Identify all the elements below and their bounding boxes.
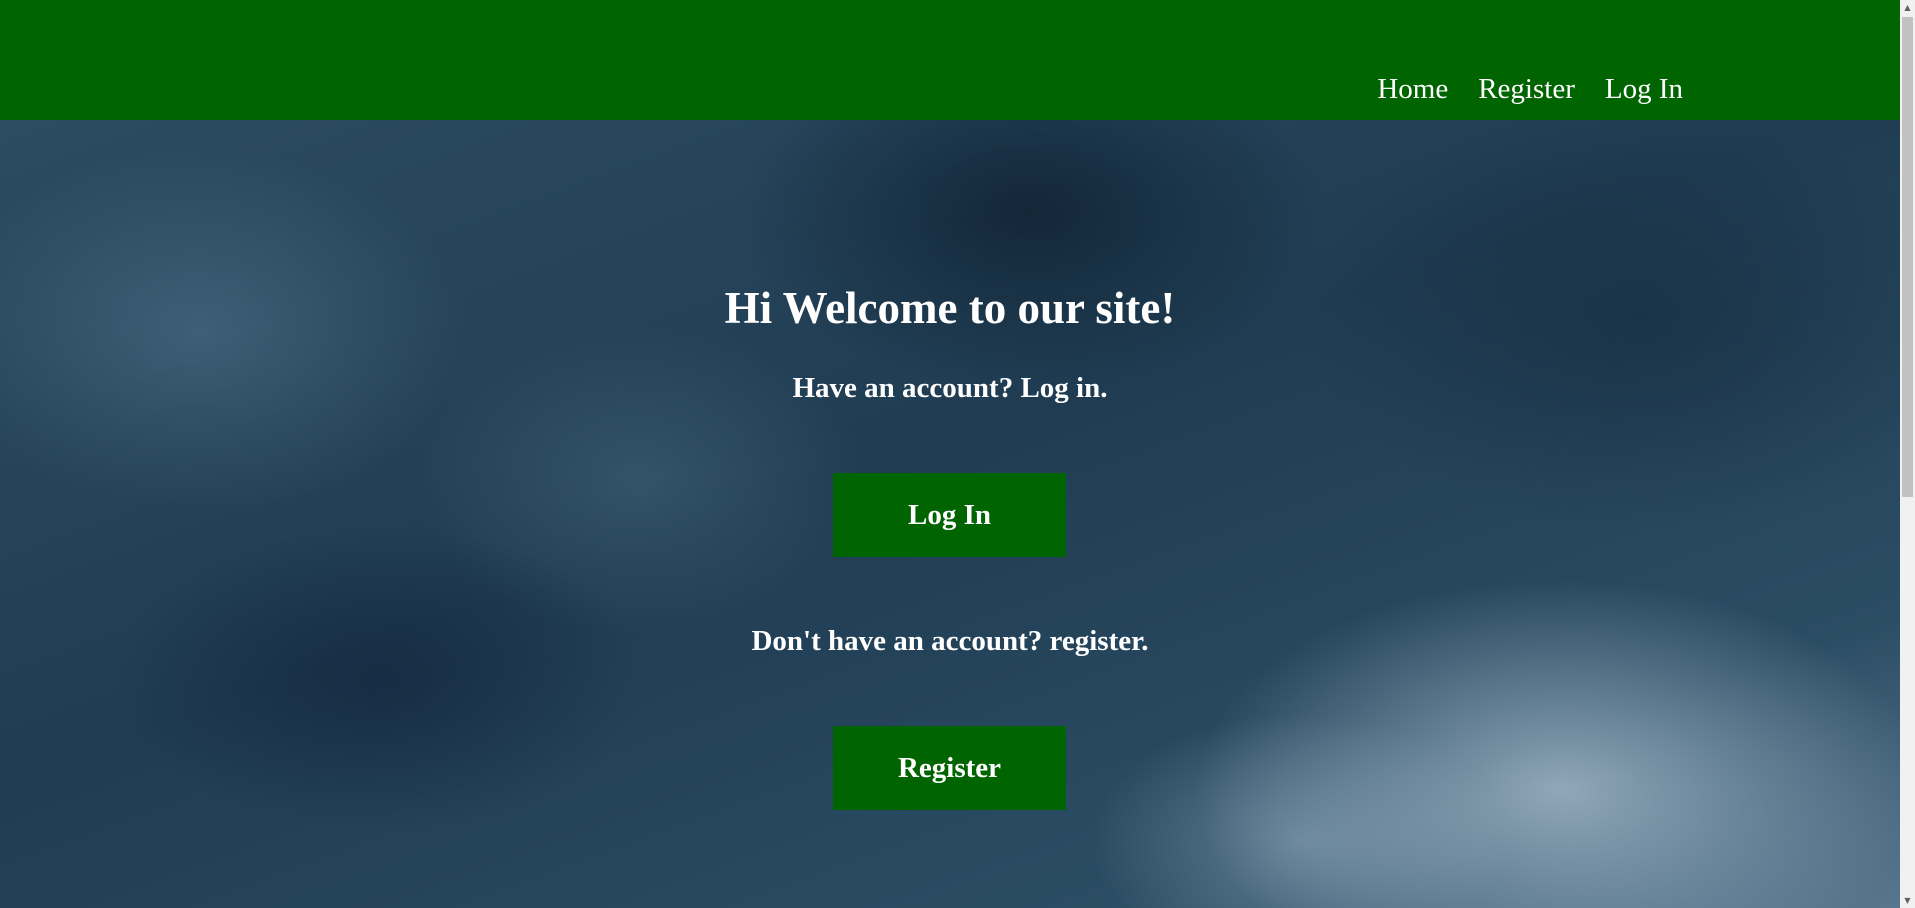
nav-login-link[interactable]: Log In bbox=[1605, 70, 1683, 108]
vertical-scrollbar[interactable]: ▲ ▼ bbox=[1900, 0, 1915, 908]
login-button[interactable]: Log In bbox=[833, 473, 1066, 557]
navbar: Home Register Log In bbox=[0, 0, 1900, 120]
login-prompt: Have an account? Log in. bbox=[792, 372, 1108, 404]
nav-links: Home Register Log In bbox=[1377, 70, 1683, 108]
page-title: Hi Welcome to our site! bbox=[724, 283, 1176, 333]
register-button[interactable]: Register bbox=[833, 726, 1066, 810]
register-prompt: Don't have an account? register. bbox=[751, 625, 1149, 657]
nav-register-link[interactable]: Register bbox=[1478, 70, 1575, 108]
scroll-up-arrow-icon[interactable]: ▲ bbox=[1900, 0, 1915, 15]
page: Home Register Log In Hi Welcome to our s… bbox=[0, 0, 1900, 908]
nav-home-link[interactable]: Home bbox=[1377, 70, 1448, 108]
scroll-down-arrow-icon[interactable]: ▼ bbox=[1900, 893, 1915, 908]
scrollbar-thumb[interactable] bbox=[1902, 17, 1913, 497]
welcome-section: Hi Welcome to our site! Have an account?… bbox=[650, 120, 1250, 908]
